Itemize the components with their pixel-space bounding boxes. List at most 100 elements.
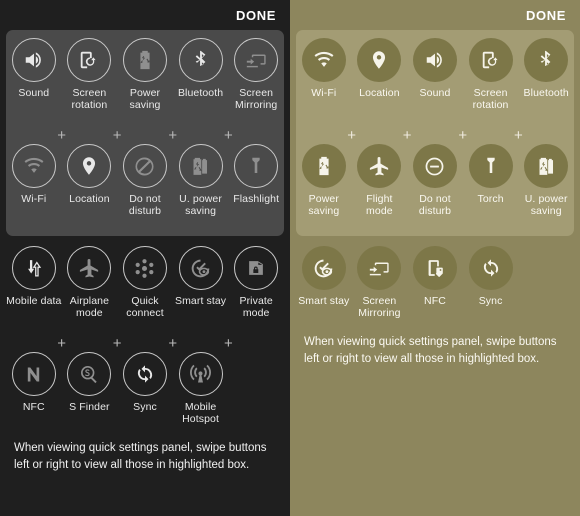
lower-row-2: NFC S Finder Sync Mobile Hotspot bbox=[6, 352, 284, 440]
quick-setting-tile[interactable]: U. power saving bbox=[173, 144, 229, 232]
tile-label: Torch bbox=[477, 193, 504, 205]
smart-stay-button[interactable] bbox=[301, 246, 346, 290]
location-icon bbox=[78, 155, 100, 177]
mobile-data-button[interactable] bbox=[11, 246, 56, 290]
wifi-button[interactable] bbox=[301, 38, 346, 82]
dark-theme-panel: DONE Sound Screen rotation Power saving … bbox=[0, 0, 290, 516]
quick-setting-tile[interactable]: Torch bbox=[463, 144, 519, 232]
flight-mode-button[interactable] bbox=[357, 144, 402, 188]
bluetooth-icon bbox=[190, 49, 212, 71]
location-icon bbox=[368, 49, 390, 71]
quick-setting-tile[interactable]: Mobile data bbox=[6, 246, 62, 334]
quick-setting-tile[interactable]: Screen rotation bbox=[62, 38, 118, 126]
quick-setting-tile[interactable]: Mobile Hotspot bbox=[173, 352, 229, 440]
nfc-button[interactable] bbox=[412, 246, 457, 290]
plus-separator: + bbox=[168, 128, 229, 143]
mobile-hotspot-button[interactable] bbox=[178, 352, 223, 396]
done-button[interactable]: DONE bbox=[526, 8, 566, 23]
airplane-mode-icon bbox=[78, 257, 101, 280]
quick-setting-tile[interactable]: Sync bbox=[463, 246, 519, 334]
s-finder-button[interactable] bbox=[67, 352, 112, 396]
sync-button[interactable] bbox=[468, 246, 513, 290]
nfc-button[interactable] bbox=[11, 352, 56, 396]
bluetooth-button[interactable] bbox=[178, 38, 223, 82]
location-button[interactable] bbox=[357, 38, 402, 82]
highlighted-box: Sound Screen rotation Power saving Bluet… bbox=[6, 30, 284, 236]
do-not-disturb-button[interactable] bbox=[122, 144, 167, 188]
sound-button[interactable] bbox=[412, 38, 457, 82]
quick-setting-tile[interactable]: NFC bbox=[6, 352, 62, 440]
quick-setting-tile[interactable]: Do not disturb bbox=[407, 144, 463, 232]
dark-panel-header: DONE bbox=[0, 0, 290, 30]
quick-setting-tile[interactable]: Screen Mirroring bbox=[352, 246, 408, 334]
quick-setting-tile[interactable]: Screen rotation bbox=[463, 38, 519, 126]
quick-setting-tile[interactable]: Flight mode bbox=[352, 144, 408, 232]
quick-setting-tile[interactable]: Power saving bbox=[117, 38, 173, 126]
tile-label: Flight mode bbox=[366, 193, 393, 217]
smart-stay-button[interactable] bbox=[178, 246, 223, 290]
sound-icon bbox=[424, 49, 446, 71]
quick-setting-tile[interactable]: Bluetooth bbox=[518, 38, 574, 126]
location-button[interactable] bbox=[67, 144, 112, 188]
quick-connect-button[interactable] bbox=[122, 246, 167, 290]
quick-setting-tile[interactable]: Quick connect bbox=[117, 246, 173, 334]
sync-button[interactable] bbox=[122, 352, 167, 396]
quick-setting-tile[interactable]: Sound bbox=[6, 38, 62, 126]
do-not-disturb-button[interactable] bbox=[412, 144, 457, 188]
done-button[interactable]: DONE bbox=[236, 8, 276, 23]
plus-separator: + bbox=[347, 128, 408, 143]
quick-setting-tile[interactable]: Power saving bbox=[296, 144, 352, 232]
screen-rotation-button[interactable] bbox=[468, 38, 513, 82]
quick-setting-tile[interactable]: Wi-Fi bbox=[6, 144, 62, 232]
tile-label: NFC bbox=[22, 401, 45, 413]
flashlight-button[interactable] bbox=[234, 144, 279, 188]
quick-setting-tile[interactable]: Flashlight bbox=[228, 144, 284, 232]
plus-separator: + bbox=[403, 128, 463, 143]
wifi-button[interactable] bbox=[11, 144, 56, 188]
ultra-power-saving-button[interactable] bbox=[178, 144, 223, 188]
plus-icon: + bbox=[347, 126, 356, 144]
tile-label: Location bbox=[359, 87, 400, 99]
screen-rotation-icon bbox=[78, 49, 100, 71]
tile-label: Screen rotation bbox=[71, 87, 108, 111]
quick-setting-tile[interactable]: Wi-Fi bbox=[296, 38, 352, 126]
empty-tile-slot bbox=[518, 246, 574, 334]
hint-text: When viewing quick settings panel, swipe… bbox=[304, 336, 557, 365]
quick-setting-tile[interactable]: Sound bbox=[407, 38, 463, 126]
quick-setting-tile[interactable]: Airplane mode bbox=[62, 246, 118, 334]
smart-stay-icon bbox=[312, 257, 335, 280]
plus-separator: + bbox=[113, 128, 173, 143]
quick-setting-tile[interactable]: Location bbox=[352, 38, 408, 126]
ultra-power-saving-button[interactable] bbox=[524, 144, 569, 188]
quick-setting-tile[interactable]: S Finder bbox=[62, 352, 118, 440]
highlighted-box: Wi-Fi Location Sound Screen rotation Blu… bbox=[296, 30, 574, 236]
quick-setting-tile[interactable]: Screen Mirroring bbox=[228, 38, 284, 126]
quick-setting-tile[interactable]: Do not disturb bbox=[117, 144, 173, 232]
highlight-row-2: Wi-Fi Location Do not disturb U. power s… bbox=[6, 144, 284, 232]
screen-mirroring-button[interactable] bbox=[357, 246, 402, 290]
plus-separator-row: + + + + + bbox=[6, 334, 284, 352]
quick-setting-tile[interactable]: U. power saving bbox=[518, 144, 574, 232]
power-saving-button[interactable] bbox=[301, 144, 346, 188]
quick-setting-tile[interactable]: NFC bbox=[407, 246, 463, 334]
quick-setting-tile[interactable]: Sync bbox=[117, 352, 173, 440]
sound-button[interactable] bbox=[11, 38, 56, 82]
quick-setting-tile[interactable]: Smart stay bbox=[296, 246, 352, 334]
screen-rotation-button[interactable] bbox=[67, 38, 112, 82]
airplane-mode-icon bbox=[368, 155, 391, 178]
torch-button[interactable] bbox=[468, 144, 513, 188]
screen-mirroring-icon bbox=[368, 257, 390, 279]
tile-label: Do not disturb bbox=[418, 193, 452, 217]
private-mode-button[interactable] bbox=[234, 246, 279, 290]
quick-setting-tile[interactable]: Bluetooth bbox=[173, 38, 229, 126]
bluetooth-button[interactable] bbox=[524, 38, 569, 82]
airplane-mode-button[interactable] bbox=[67, 246, 112, 290]
sync-icon bbox=[134, 363, 156, 385]
power-saving-button[interactable] bbox=[122, 38, 167, 82]
quick-setting-tile[interactable]: Private mode bbox=[228, 246, 284, 334]
tile-label: Sync bbox=[478, 295, 503, 307]
quick-setting-tile[interactable]: Location bbox=[62, 144, 118, 232]
wifi-icon bbox=[23, 155, 45, 177]
screen-mirroring-button[interactable] bbox=[234, 38, 279, 82]
quick-setting-tile[interactable]: Smart stay bbox=[173, 246, 229, 334]
